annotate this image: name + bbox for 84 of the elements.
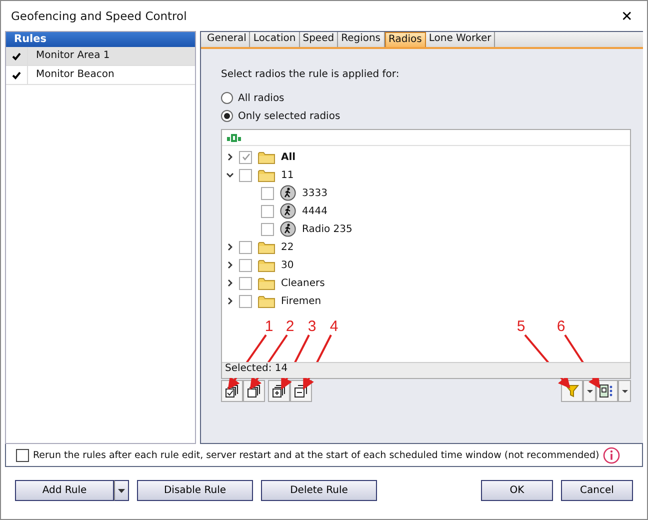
tab[interactable]: Location [250,32,300,47]
checkbox[interactable] [11,51,21,61]
tree-item-label[interactable]: 4444 [302,206,328,216]
walking-person-icon [280,185,296,201]
rule-action-button[interactable]: Disable Rule [137,480,253,501]
device-dots-icon [599,384,615,398]
checkbox[interactable] [239,240,252,254]
prompt-text: Select radios the rule is applied for: [221,69,400,82]
checkbox[interactable] [239,276,252,290]
checked-boxes-icon [225,384,239,398]
rule-item[interactable]: Monitor Area 1 [6,47,195,66]
tree-item-label[interactable]: Cleaners [281,278,325,288]
expand-chevron-icon[interactable] [226,153,234,161]
tree-item-label[interactable]: 30 [281,260,294,270]
callout-number: 6 [556,318,566,335]
radio-button[interactable] [221,92,233,104]
checkbox[interactable] [11,70,21,80]
add-rule-button[interactable]: Add Rule [15,480,114,501]
tree-item-label[interactable]: Firemen [281,296,322,306]
tree-item-label[interactable]: Radio 235 [302,224,352,234]
collapse-chevron-icon[interactable] [226,171,234,179]
tree-item-label[interactable]: 3333 [302,188,328,198]
rule-name: Monitor Beacon [27,66,114,84]
dialog-button[interactable]: OK [481,480,553,501]
folder-icon [258,240,275,254]
tree-item-label[interactable]: All [281,152,296,162]
caret-icon [118,488,125,492]
expand-chevron-icon[interactable] [226,279,234,287]
checkbox[interactable] [239,150,252,164]
walking-person-icon [280,221,296,237]
device-options-button[interactable] [596,380,618,402]
checkbox[interactable] [16,448,29,462]
dropdown-button[interactable] [114,480,129,501]
dropdown-button[interactable] [583,380,596,402]
callout-number: 3 [308,318,316,335]
callout-arrow [524,334,570,389]
tab[interactable]: General [204,32,250,47]
dropdown-button[interactable] [618,380,631,402]
close-button[interactable]: ✕ [617,8,637,24]
walking-person-icon [280,203,296,219]
folder-icon [258,168,275,182]
checkbox[interactable] [239,294,252,308]
selection-count: Selected: 14 [222,362,630,378]
checkbox[interactable] [239,258,252,272]
callout-number: 2 [286,318,294,335]
rules-header: Rules [6,32,195,47]
expand-chevron-icon[interactable] [226,297,234,305]
checkbox[interactable] [261,222,274,236]
rule-action-button[interactable]: Delete Rule [261,480,377,501]
rule-name: Monitor Area 1 [27,47,110,65]
expand-chevron-icon[interactable] [226,261,234,269]
callout-number: 5 [516,318,526,335]
folder-icon [258,276,275,290]
dialog-button[interactable]: Cancel [561,480,633,501]
collapse-all-icon [294,384,308,398]
tree-item-label[interactable]: 11 [281,170,294,180]
expand-chevron-icon[interactable] [226,243,234,251]
rerun-option-label: Rerun the rules after each rule edit, server restart and at the start of each scheduled time window (not recommended) [33,450,600,460]
tab[interactable]: Radios [384,32,426,47]
folder-icon [258,150,275,164]
expand-all-icon [272,384,286,398]
filter-icon [565,384,579,398]
radio-label: All radios [238,92,284,104]
caret-icon [622,390,628,392]
info-icon[interactable] [603,446,620,464]
callout-arrow [303,334,332,390]
folder-icon [258,258,275,272]
folder-icon [258,294,275,308]
window-title: Geofencing and Speed Control [11,9,188,23]
tab[interactable]: Speed [300,32,338,47]
sort-icon[interactable] [226,134,242,142]
caret-icon [586,390,592,392]
tree-item-label[interactable]: 22 [281,242,294,252]
tab[interactable]: Lone Worker [426,32,496,47]
callout-arrow [564,334,600,389]
checkbox[interactable] [261,186,274,200]
radio-label: Only selected radios [238,110,340,122]
rule-item[interactable]: Monitor Beacon [6,66,195,85]
radio-button[interactable] [221,110,233,122]
checkbox[interactable] [261,204,274,218]
callout-number: 1 [264,318,274,335]
checkbox[interactable] [239,168,252,182]
callout-number: 4 [330,318,338,335]
empty-boxes-icon [247,384,261,398]
